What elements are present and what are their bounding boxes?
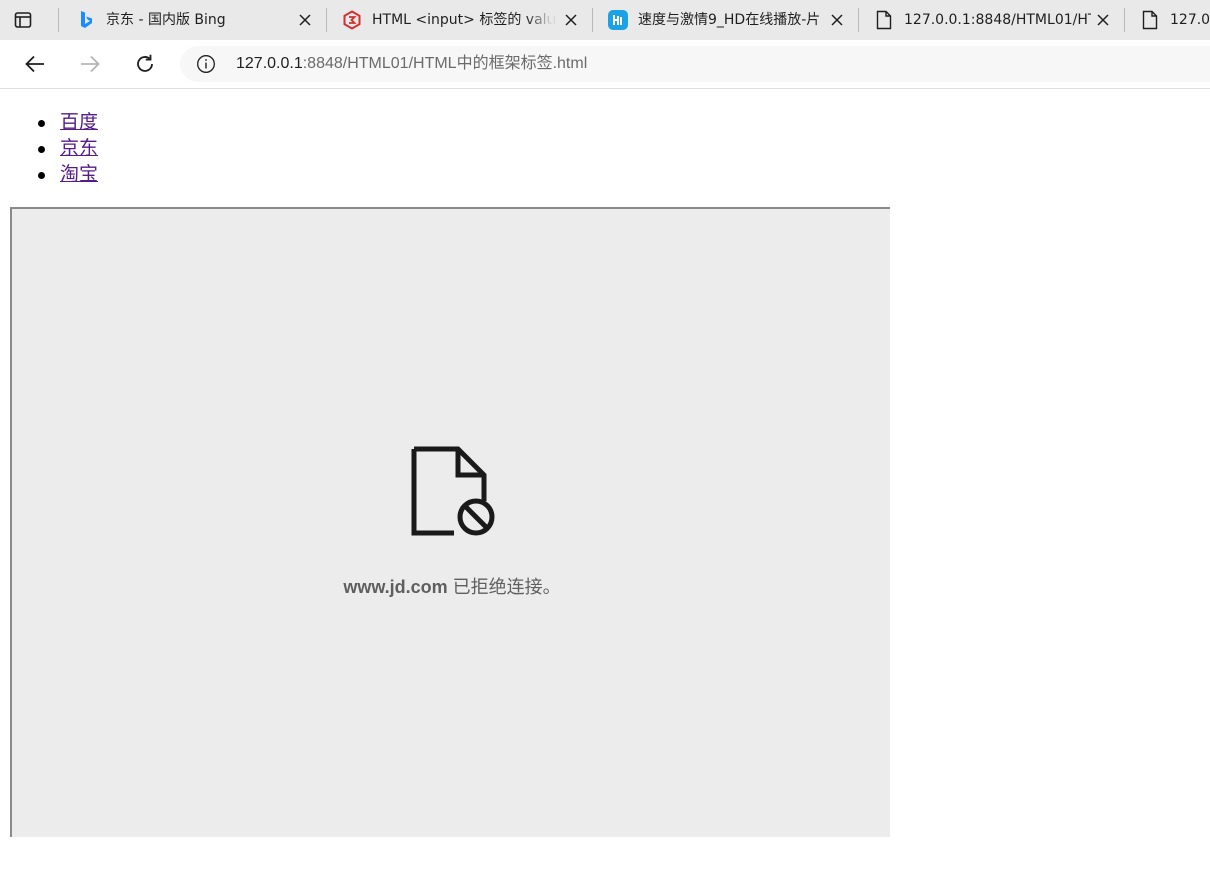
close-icon[interactable] — [829, 12, 845, 28]
link-jd[interactable]: 京东 — [60, 138, 98, 159]
list-item: 百度 — [36, 110, 98, 136]
tab-strip: 京东 - 国内版 Bing HTML <input> 标签的 value 速度与… — [0, 0, 1210, 40]
close-icon[interactable] — [563, 12, 579, 28]
link-list: 百度 京东 淘宝 — [36, 110, 98, 188]
back-button[interactable] — [21, 50, 49, 78]
link-baidu[interactable]: 百度 — [60, 112, 98, 133]
tab-title: 127.0 — [1170, 12, 1210, 28]
page-content: 百度 京东 淘宝 www.jd.com 已拒绝连接。 — [0, 90, 1210, 896]
tab-title: 127.0.0.1:8848/HTML01/HTML — [904, 12, 1091, 28]
tab-bing[interactable]: 京东 - 国内版 Bing — [60, 0, 326, 40]
forward-button[interactable] — [76, 50, 104, 78]
error-domain: www.jd.com — [343, 577, 448, 597]
tab-actions-icon[interactable] — [12, 9, 34, 31]
url-text[interactable]: 127.0.0.1:8848/HTML01/HTML中的框架标签.html — [236, 54, 587, 74]
video-site-icon — [608, 10, 628, 30]
address-bar[interactable]: 127.0.0.1:8848/HTML01/HTML中的框架标签.html — [180, 46, 1210, 82]
connection-refused-message: www.jd.com 已拒绝连接。 — [12, 573, 892, 599]
tab-title: 京东 - 国内版 Bing — [106, 12, 226, 28]
tab-title: 速度与激情9_HD在线播放-片 — [638, 12, 821, 28]
file-icon — [874, 10, 894, 30]
tab-local-page-2[interactable]: 127.0 — [1124, 0, 1210, 40]
info-icon[interactable] — [196, 54, 216, 74]
list-item: 京东 — [36, 136, 98, 162]
link-taobao[interactable]: 淘宝 — [60, 164, 98, 185]
iframe-frame: www.jd.com 已拒绝连接。 — [10, 207, 890, 837]
tab-title-fade — [526, 11, 554, 29]
refresh-button[interactable] — [131, 50, 159, 78]
blocked-file-icon — [410, 445, 500, 539]
url-host: 127.0.0.1 — [236, 55, 303, 72]
list-item: 淘宝 — [36, 162, 98, 188]
close-icon[interactable] — [1095, 12, 1111, 28]
url-path: :8848/HTML01/HTML中的框架标签.html — [302, 55, 588, 72]
tab-video[interactable]: 速度与激情9_HD在线播放-片 — [592, 0, 858, 40]
tab-input-value[interactable]: HTML <input> 标签的 value — [326, 0, 592, 40]
runoob-icon — [342, 10, 362, 30]
close-icon[interactable] — [297, 12, 313, 28]
bing-icon — [76, 10, 96, 30]
tab-local-page[interactable]: 127.0.0.1:8848/HTML01/HTML — [858, 0, 1124, 40]
browser-toolbar: 127.0.0.1:8848/HTML01/HTML中的框架标签.html — [0, 40, 1210, 89]
file-icon — [1140, 10, 1160, 30]
error-text: 已拒绝连接。 — [447, 577, 561, 597]
tab-separator — [58, 8, 59, 32]
